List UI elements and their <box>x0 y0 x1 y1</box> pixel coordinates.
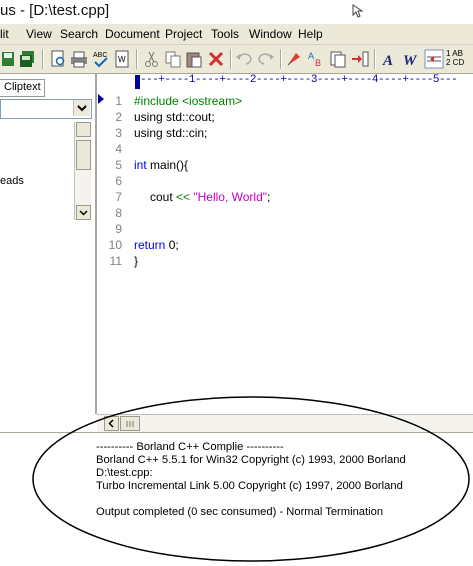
output-line: D:\test.cpp: <box>96 467 153 479</box>
scroll-up-button[interactable] <box>76 122 91 137</box>
mouse-cursor-icon <box>352 4 364 18</box>
copy-icon[interactable] <box>163 49 183 69</box>
toolbar: ABC W AB A W 1 AB 2 CD <box>0 45 473 74</box>
ruler-scale: ---+----1----+----2----+----3----+----4-… <box>140 74 458 86</box>
dropdown-button[interactable] <box>73 100 90 116</box>
code-line[interactable]: using std::cout; <box>134 110 215 124</box>
svg-text:ABC: ABC <box>93 52 107 59</box>
code-line[interactable]: return 0; <box>134 238 179 252</box>
window-title: us - [D:\test.cpp] <box>0 2 110 19</box>
find-icon[interactable] <box>284 49 304 69</box>
line-number: 7 <box>115 190 122 204</box>
code-line[interactable]: cout << "Hello, World"; <box>150 190 270 204</box>
tab-cliptext-label: Cliptext <box>4 81 41 93</box>
sort-label-bottom: 2 CD <box>446 58 465 67</box>
code-string: "Hello, World" <box>193 190 268 204</box>
line-number: 8 <box>115 206 122 220</box>
paste-icon[interactable] <box>184 49 204 69</box>
font-icon[interactable]: A <box>380 49 400 69</box>
code-text: ; <box>267 190 271 204</box>
print-preview-icon[interactable] <box>48 49 68 69</box>
code-text: 0; <box>165 238 179 252</box>
code-keyword: int <box>134 158 147 172</box>
list-item[interactable]: eads <box>0 175 24 187</box>
word-count-icon[interactable]: W <box>112 49 132 69</box>
print-icon[interactable] <box>69 49 89 69</box>
code-line[interactable]: } <box>134 254 138 268</box>
line-number: 5 <box>115 158 122 172</box>
menu-search[interactable]: Search <box>60 27 98 41</box>
word-wrap-icon[interactable]: W <box>402 49 422 69</box>
output-line: Borland C++ 5.5.1 for Win32 Copyright (c… <box>96 454 406 466</box>
output-line: ---------- Borland C++ Complie ---------… <box>96 441 284 453</box>
menu-project[interactable]: Project <box>165 27 202 41</box>
output-line: Turbo Incremental Link 5.00 Copyright (c… <box>96 480 403 492</box>
left-pane-scrollbar[interactable] <box>74 122 91 220</box>
chevron-down-icon <box>77 105 87 112</box>
menu-help[interactable]: Help <box>298 27 323 41</box>
indent-icon[interactable] <box>424 49 444 69</box>
chevron-down-icon <box>79 210 88 216</box>
svg-text:W: W <box>403 53 418 69</box>
spell-check-icon[interactable]: ABC <box>91 49 111 69</box>
scroll-thumb[interactable] <box>76 140 91 170</box>
undo-icon[interactable] <box>234 49 254 69</box>
output-line: Output completed (0 sec consumed) - Norm… <box>96 506 384 518</box>
chevron-left-icon <box>108 419 114 428</box>
code-line[interactable]: int main(){ <box>134 158 188 172</box>
cliptext-list: eads <box>0 122 74 220</box>
svg-text:B: B <box>315 58 321 68</box>
delete-icon[interactable] <box>206 49 226 69</box>
code-text: main(){ <box>146 158 189 172</box>
sort-label-top: 1 AB <box>446 49 463 58</box>
code-line[interactable]: #include <iostream> <box>134 94 242 108</box>
sort-icon[interactable]: 1 AB 2 CD <box>446 49 472 69</box>
code-line[interactable]: using std::cin; <box>134 126 207 140</box>
line-number: 9 <box>115 222 122 236</box>
menu-bar: lit View Search Document Project Tools W… <box>0 24 473 45</box>
editor-horizontal-scrollbar[interactable] <box>97 414 473 432</box>
line-number: 6 <box>115 174 122 188</box>
line-number: 1 <box>115 94 122 108</box>
line-number: 11 <box>109 254 122 268</box>
save-icon[interactable] <box>0 49 20 69</box>
menu-window[interactable]: Window <box>249 27 292 41</box>
save-all-icon[interactable] <box>18 49 38 69</box>
code-include-header: <iostream> <box>182 94 243 108</box>
code-keyword: return <box>134 238 166 252</box>
code-text: cout <box>150 190 177 204</box>
menu-view[interactable]: View <box>26 27 52 41</box>
line-number: 3 <box>115 126 122 140</box>
menu-document[interactable]: Document <box>105 27 160 41</box>
svg-text:W: W <box>118 55 126 64</box>
grip-icon <box>126 421 134 427</box>
scroll-down-button[interactable] <box>76 205 91 220</box>
title-bar: us - [D:\test.cpp] <box>0 0 473 24</box>
line-number: 10 <box>108 238 122 252</box>
code-preprocessor: #include <box>134 94 183 108</box>
code-operator: << <box>176 190 191 204</box>
scroll-thumb[interactable] <box>120 416 140 431</box>
cut-icon[interactable] <box>142 49 162 69</box>
redo-icon[interactable] <box>256 49 276 69</box>
menu-tools[interactable]: Tools <box>211 27 239 41</box>
insert-icon[interactable] <box>350 49 370 69</box>
scroll-left-button[interactable] <box>104 416 119 431</box>
replace-icon[interactable]: AB <box>306 49 326 69</box>
line-number: 2 <box>115 110 122 124</box>
line-number: 4 <box>115 142 122 156</box>
tab-cliptext[interactable]: Cliptext <box>0 79 45 97</box>
svg-text:A: A <box>308 51 314 61</box>
svg-text:A: A <box>382 53 393 69</box>
menu-edit[interactable]: lit <box>0 27 9 41</box>
file-compare-icon[interactable] <box>328 49 348 69</box>
